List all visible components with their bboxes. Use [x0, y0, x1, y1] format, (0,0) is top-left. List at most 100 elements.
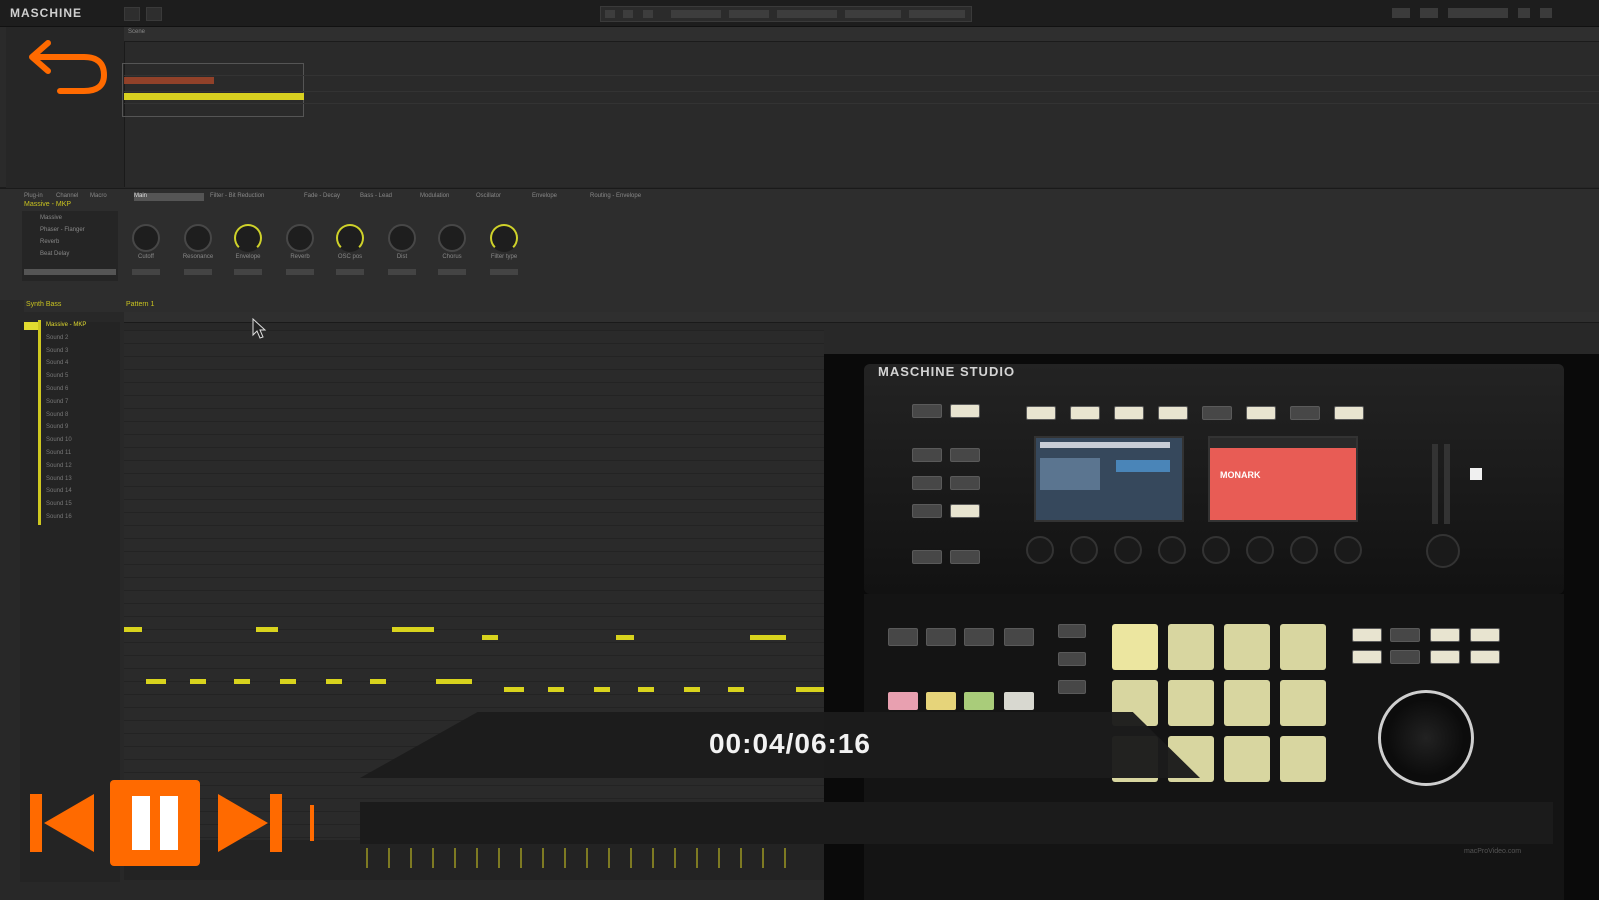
browser-button[interactable] [146, 7, 162, 21]
tab-plugin[interactable]: Plug-in [24, 193, 50, 201]
velocity-bar[interactable] [586, 848, 588, 868]
tab-modulation[interactable]: Modulation [420, 193, 470, 201]
plugin-slot[interactable]: Reverb [40, 239, 112, 247]
knob-dial-icon[interactable] [388, 224, 416, 252]
plugin-slot[interactable]: Beat Delay [40, 251, 112, 259]
knob-6[interactable]: Dist [382, 224, 422, 284]
velocity-bar[interactable] [432, 848, 434, 868]
tab-routing[interactable]: Routing - Envelope [590, 193, 690, 201]
volume-slider[interactable] [1448, 8, 1508, 18]
play-button[interactable] [623, 10, 633, 18]
sound-slot[interactable]: Sound 11 [46, 450, 71, 462]
velocity-bar[interactable] [608, 848, 610, 868]
midi-note[interactable] [146, 679, 166, 684]
restart-button[interactable] [605, 10, 615, 18]
midi-note[interactable] [392, 627, 434, 632]
record-button[interactable] [643, 10, 653, 18]
settings-icon[interactable] [1518, 8, 1530, 18]
midi-note[interactable] [436, 679, 472, 684]
tab-filter[interactable]: Filter - Bit Reduction [210, 193, 300, 201]
velocity-bar[interactable] [498, 848, 500, 868]
player-progress-bar[interactable] [360, 802, 1553, 844]
midi-note[interactable] [616, 635, 634, 640]
velocity-bar[interactable] [674, 848, 676, 868]
sound-slot[interactable]: Sound 3 [46, 348, 68, 360]
pause-button[interactable] [110, 780, 200, 866]
progress-indicator[interactable] [310, 805, 314, 841]
tempo-display[interactable] [671, 10, 721, 18]
knob-3[interactable]: Envelope [228, 224, 268, 284]
knob-7[interactable]: Chorus [432, 224, 472, 284]
velocity-bar[interactable] [410, 848, 412, 868]
plugin-slot[interactable]: Phaser - Flanger [40, 227, 112, 235]
next-icon[interactable] [214, 790, 284, 856]
sound-slot[interactable]: Sound 9 [46, 424, 68, 436]
arranger-timeline[interactable]: Scene [124, 27, 1599, 42]
pattern-ruler[interactable] [124, 312, 1599, 323]
signature-display[interactable] [777, 10, 837, 18]
knob-5[interactable]: OSC pos [330, 224, 370, 284]
velocity-bar[interactable] [520, 848, 522, 868]
midi-note[interactable] [234, 679, 250, 684]
sound-slot[interactable]: Sound 7 [46, 399, 68, 411]
midi-note[interactable] [326, 679, 342, 684]
velocity-bar[interactable] [476, 848, 478, 868]
midi-note[interactable] [482, 635, 498, 640]
midi-note[interactable] [638, 687, 654, 692]
tab-oscillator[interactable]: Oscillator [476, 193, 526, 201]
midi-note[interactable] [256, 627, 278, 632]
velocity-bar[interactable] [454, 848, 456, 868]
knob-value-field[interactable] [286, 269, 314, 275]
sound-slot[interactable]: Sound 13 [46, 476, 72, 488]
pattern-label[interactable]: Pattern 1 [126, 301, 154, 308]
tab-fade[interactable]: Fade - Decay [304, 193, 354, 201]
midi-note[interactable] [280, 679, 296, 684]
sound-slot[interactable]: Sound 5 [46, 373, 68, 385]
swing-display[interactable] [729, 10, 769, 18]
sound-slot[interactable]: Sound 16 [46, 514, 72, 526]
knob-value-field[interactable] [438, 269, 466, 275]
knob-dial-icon[interactable] [336, 224, 364, 252]
tab-bass[interactable]: Bass - Lead [360, 193, 410, 201]
scene-clip[interactable] [122, 63, 304, 117]
menu-button[interactable] [124, 7, 140, 21]
midi-note[interactable] [548, 687, 564, 692]
tab-macro[interactable]: Macro [90, 193, 116, 201]
sound-slot[interactable]: Sound 4 [46, 360, 68, 372]
midi-note[interactable] [750, 635, 786, 640]
fullscreen-icon[interactable] [1540, 8, 1552, 18]
knob-4[interactable]: Reverb [280, 224, 320, 284]
knob-dial-icon[interactable] [438, 224, 466, 252]
knob-value-field[interactable] [336, 269, 364, 275]
midi-note[interactable] [684, 687, 700, 692]
tab-envelope[interactable]: Envelope [532, 193, 582, 201]
sound-slot[interactable]: Sound 14 [46, 488, 72, 500]
connect-icon[interactable] [1420, 8, 1438, 18]
midi-note[interactable] [594, 687, 610, 692]
knob-dial-icon[interactable] [490, 224, 518, 252]
velocity-bar[interactable] [652, 848, 654, 868]
tab-main[interactable]: Main [134, 193, 204, 201]
velocity-bar[interactable] [762, 848, 764, 868]
sound-slot[interactable]: Sound 2 [46, 335, 68, 347]
velocity-bar[interactable] [784, 848, 786, 868]
velocity-bar[interactable] [542, 848, 544, 868]
knob-value-field[interactable] [388, 269, 416, 275]
back-arrow-icon[interactable] [26, 33, 110, 97]
knob-value-field[interactable] [234, 269, 262, 275]
knob-value-field[interactable] [132, 269, 160, 275]
midi-note[interactable] [190, 679, 206, 684]
knob-dial-icon[interactable] [286, 224, 314, 252]
knob-dial-icon[interactable] [132, 224, 160, 252]
knob-8[interactable]: Filter type [484, 224, 524, 284]
midi-note[interactable] [504, 687, 524, 692]
sound-slot[interactable]: Sound 12 [46, 463, 72, 475]
knob-dial-icon[interactable] [234, 224, 262, 252]
sound-slot[interactable]: Sound 10 [46, 437, 72, 449]
knob-value-field[interactable] [490, 269, 518, 275]
midi-note[interactable] [370, 679, 386, 684]
pattern-clip-yellow[interactable] [124, 93, 304, 100]
velocity-bar[interactable] [388, 848, 390, 868]
plugin-slot[interactable]: Massive [40, 215, 112, 223]
midi-note[interactable] [124, 627, 142, 632]
